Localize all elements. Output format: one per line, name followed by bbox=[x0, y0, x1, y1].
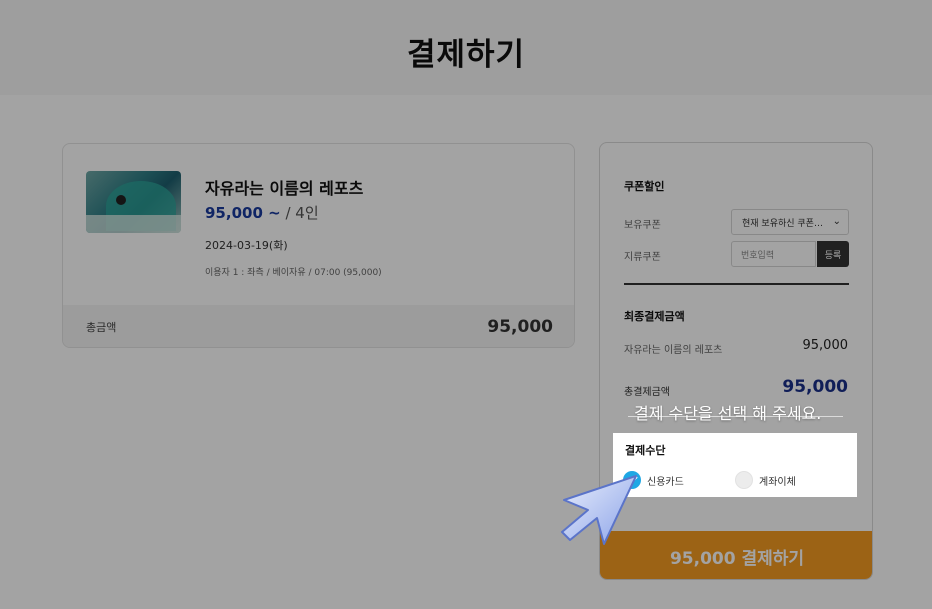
payment-method-heading: 결제수단 bbox=[625, 444, 666, 457]
credit-card-label[interactable]: 신용카드 bbox=[647, 473, 684, 488]
tutorial-overlay bbox=[0, 0, 932, 609]
cursor-pointer-icon bbox=[561, 475, 637, 545]
bank-transfer-radio[interactable] bbox=[735, 471, 753, 489]
tooltip-underline bbox=[628, 416, 843, 417]
bank-transfer-label[interactable]: 계좌이체 bbox=[759, 473, 796, 488]
payment-method-section: 결제수단 신용카드 계좌이체 bbox=[613, 433, 857, 497]
checkout-page: 결제하기 자유라는 이름의 레포츠 95,000 ~ / 4인 2024-03-… bbox=[0, 0, 932, 609]
tutorial-tooltip: 결제 수단을 선택 해 주세요. bbox=[634, 404, 822, 423]
